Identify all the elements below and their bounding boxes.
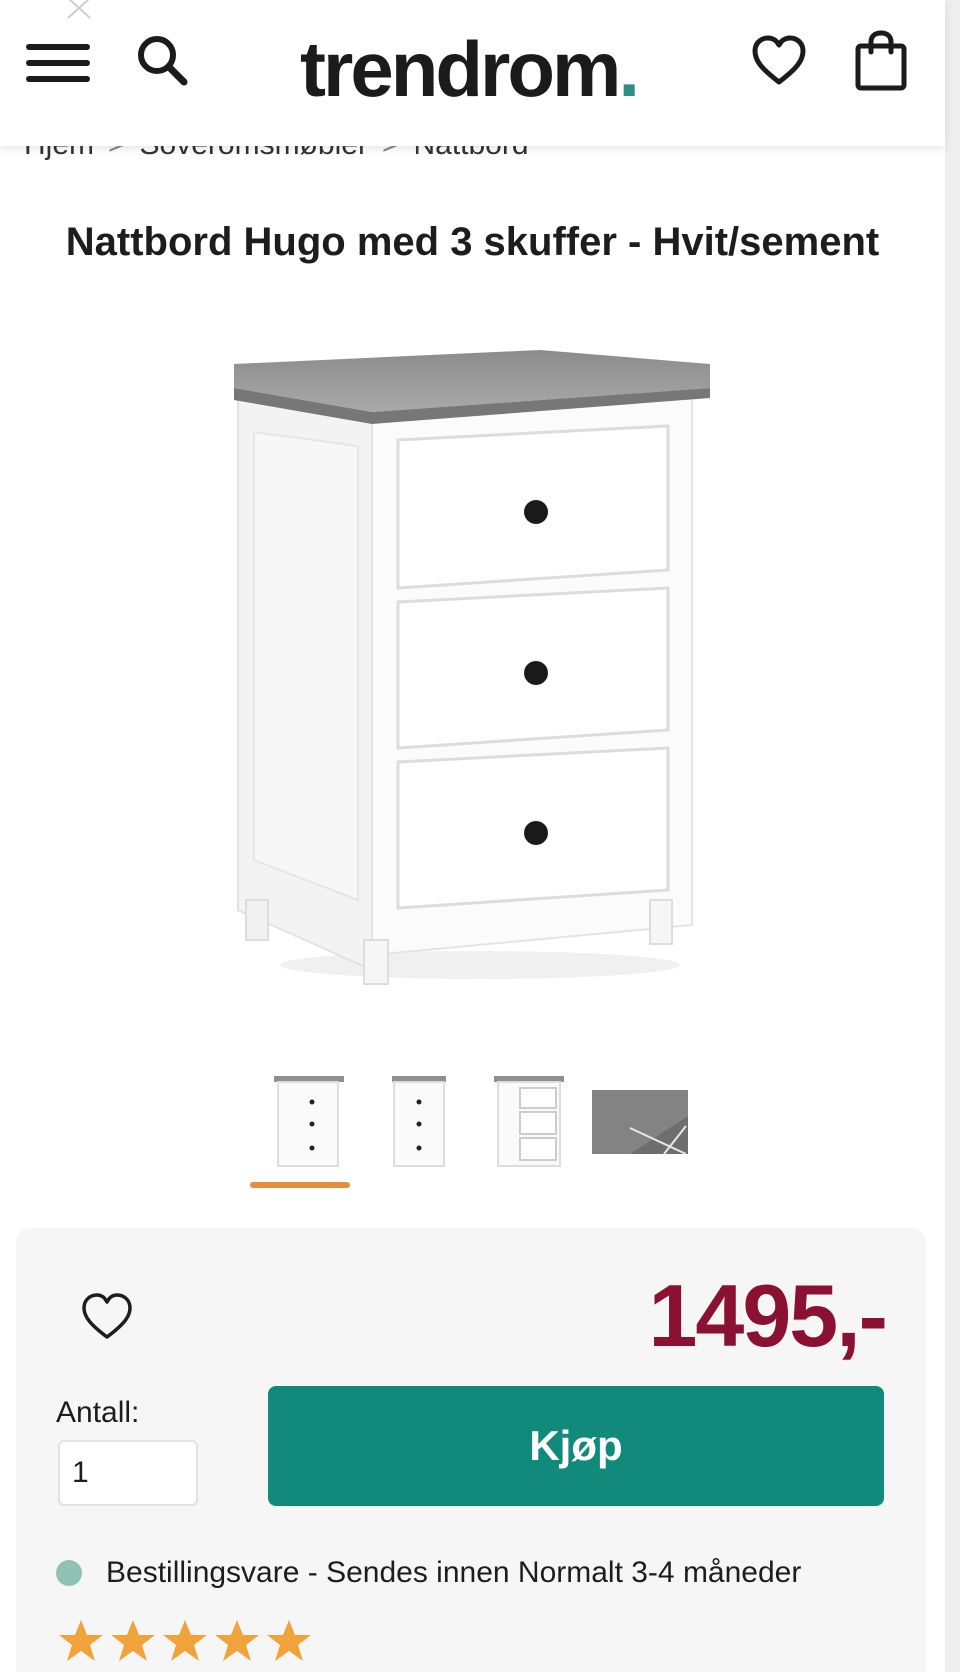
availability-text: Bestillingsvare - Sendes innen Normalt 3… xyxy=(106,1556,802,1589)
active-thumbnail-indicator xyxy=(250,1182,350,1188)
site-logo[interactable]: trendrom. xyxy=(300,24,640,114)
quantity-label: Antall: xyxy=(56,1396,140,1429)
rating-stars[interactable] xyxy=(58,1618,312,1664)
heart-icon[interactable] xyxy=(80,1290,134,1344)
product-title: Nattbord Hugo med 3 skuffer - Hvit/semen… xyxy=(65,220,880,264)
thumbnail-2[interactable] xyxy=(370,1068,468,1178)
star-icon xyxy=(215,1620,259,1661)
thumbnail-3[interactable] xyxy=(480,1068,578,1178)
menu-icon[interactable] xyxy=(26,40,90,86)
thumbnail-strip xyxy=(250,1068,700,1196)
buy-button[interactable]: Kjøp xyxy=(268,1386,884,1506)
status-dot xyxy=(56,1560,82,1586)
site-header: trendrom. xyxy=(0,0,945,146)
star-icon xyxy=(59,1620,103,1661)
logo-text: trendrom xyxy=(300,25,621,113)
star-icon xyxy=(267,1620,311,1661)
quantity-input[interactable] xyxy=(58,1440,198,1506)
scrollbar-track xyxy=(945,0,960,1672)
thumbnail-4[interactable] xyxy=(590,1068,688,1178)
thumbnail-1[interactable] xyxy=(260,1068,358,1178)
shopping-bag-icon[interactable] xyxy=(852,28,910,94)
logo-dot: . xyxy=(618,25,640,113)
product-price: 1495,- xyxy=(648,1266,888,1365)
heart-icon[interactable] xyxy=(750,32,808,90)
close-icon[interactable] xyxy=(62,0,96,24)
search-icon[interactable] xyxy=(132,30,194,92)
availability-status: Bestillingsvare - Sendes innen Normalt 3… xyxy=(56,1556,801,1590)
star-icon xyxy=(111,1620,155,1661)
product-image[interactable] xyxy=(210,340,730,1000)
star-icon xyxy=(163,1620,207,1661)
